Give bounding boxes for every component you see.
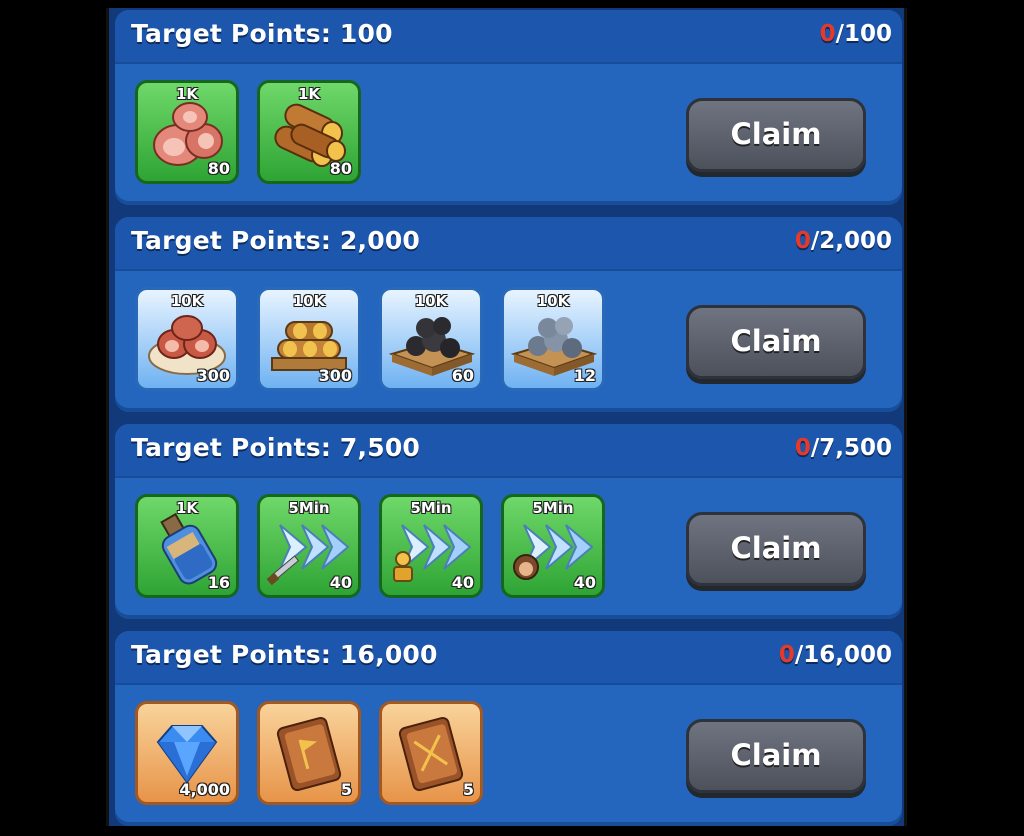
reward-amount: 1K	[297, 85, 321, 103]
reward-amount: 1K	[175, 85, 199, 103]
reward-count: 4,000	[179, 780, 230, 799]
reward-count: 60	[451, 366, 474, 385]
reward-amount: 5Min	[410, 499, 452, 517]
tier-card: Target Points: 100 0/100 1K 80 1K 80 Cla…	[115, 10, 902, 205]
reward-item-sword-book[interactable]: 5	[379, 701, 483, 805]
progress-current: 0	[794, 435, 811, 461]
progress-current: 0	[778, 642, 795, 668]
reward-item-wood[interactable]: 1K 80	[257, 80, 361, 184]
tier-title: Target Points: 7,500	[131, 433, 421, 462]
tier-title: Target Points: 16,000	[131, 640, 438, 669]
progress-total: /100	[835, 21, 892, 47]
progress-total: /7,500	[810, 435, 892, 461]
reward-count: 300	[318, 366, 352, 385]
reward-item-gem[interactable]: 4,000	[135, 701, 239, 805]
tier-progress: 0/100	[820, 21, 892, 47]
tier-card: Target Points: 7,500 0/7,500 1K 16 5Min …	[115, 424, 902, 619]
reward-item-speedup-sword[interactable]: 5Min 40	[257, 494, 361, 598]
reward-amount: 10K	[170, 292, 204, 310]
reward-count: 40	[329, 573, 352, 592]
reward-count: 5	[340, 780, 352, 799]
tier-header: Target Points: 7,500 0/7,500	[115, 424, 902, 478]
tier-title: Target Points: 2,000	[131, 226, 421, 255]
reward-item-iron-ore-pallet[interactable]: 10K 12	[501, 287, 605, 391]
reward-count: 16	[207, 573, 230, 592]
claim-button[interactable]: Claim	[686, 512, 866, 586]
progress-total: /2,000	[810, 228, 892, 254]
tier-header: Target Points: 100 0/100	[115, 10, 902, 64]
reward-item-coal-pallet[interactable]: 10K 60	[379, 287, 483, 391]
reward-count: 80	[207, 159, 230, 178]
reward-count: 300	[196, 366, 230, 385]
reward-item-flag-book[interactable]: 5	[257, 701, 361, 805]
tier-card: Target Points: 2,000 0/2,000 10K 300 10K…	[115, 217, 902, 412]
reward-item-meat[interactable]: 1K 80	[135, 80, 239, 184]
reward-amount: 10K	[292, 292, 326, 310]
reward-count: 40	[451, 573, 474, 592]
claim-button[interactable]: Claim	[686, 719, 866, 793]
claim-button[interactable]: Claim	[686, 98, 866, 172]
reward-count: 80	[329, 159, 352, 178]
tier-progress: 0/16,000	[779, 642, 892, 668]
tier-title: Target Points: 100	[131, 19, 393, 48]
reward-count: 12	[573, 366, 596, 385]
reward-amount: 1K	[175, 499, 199, 517]
reward-item-wood-pallet[interactable]: 10K 300	[257, 287, 361, 391]
reward-count: 40	[573, 573, 596, 592]
tier-progress: 0/7,500	[795, 435, 892, 461]
tier-card: Target Points: 16,000 0/16,000 4,000 5 5…	[115, 631, 902, 826]
tier-header: Target Points: 2,000 0/2,000	[115, 217, 902, 271]
reward-item-speedup-research[interactable]: 5Min 40	[379, 494, 483, 598]
tier-progress: 0/2,000	[795, 228, 892, 254]
reward-item-meat-platter[interactable]: 10K 300	[135, 287, 239, 391]
progress-total: /16,000	[794, 642, 892, 668]
progress-current: 0	[794, 228, 811, 254]
claim-button[interactable]: Claim	[686, 305, 866, 379]
progress-current: 0	[819, 21, 836, 47]
reward-item-speedup-training[interactable]: 5Min 40	[501, 494, 605, 598]
reward-item-xp-potion[interactable]: 1K 16	[135, 494, 239, 598]
tier-header: Target Points: 16,000 0/16,000	[115, 631, 902, 685]
reward-amount: 5Min	[288, 499, 330, 517]
reward-amount: 10K	[414, 292, 448, 310]
reward-amount: 10K	[536, 292, 570, 310]
event-rewards-panel: Target Points: 100 0/100 1K 80 1K 80 Cla…	[106, 8, 907, 826]
reward-count: 5	[462, 780, 474, 799]
reward-amount: 5Min	[532, 499, 574, 517]
